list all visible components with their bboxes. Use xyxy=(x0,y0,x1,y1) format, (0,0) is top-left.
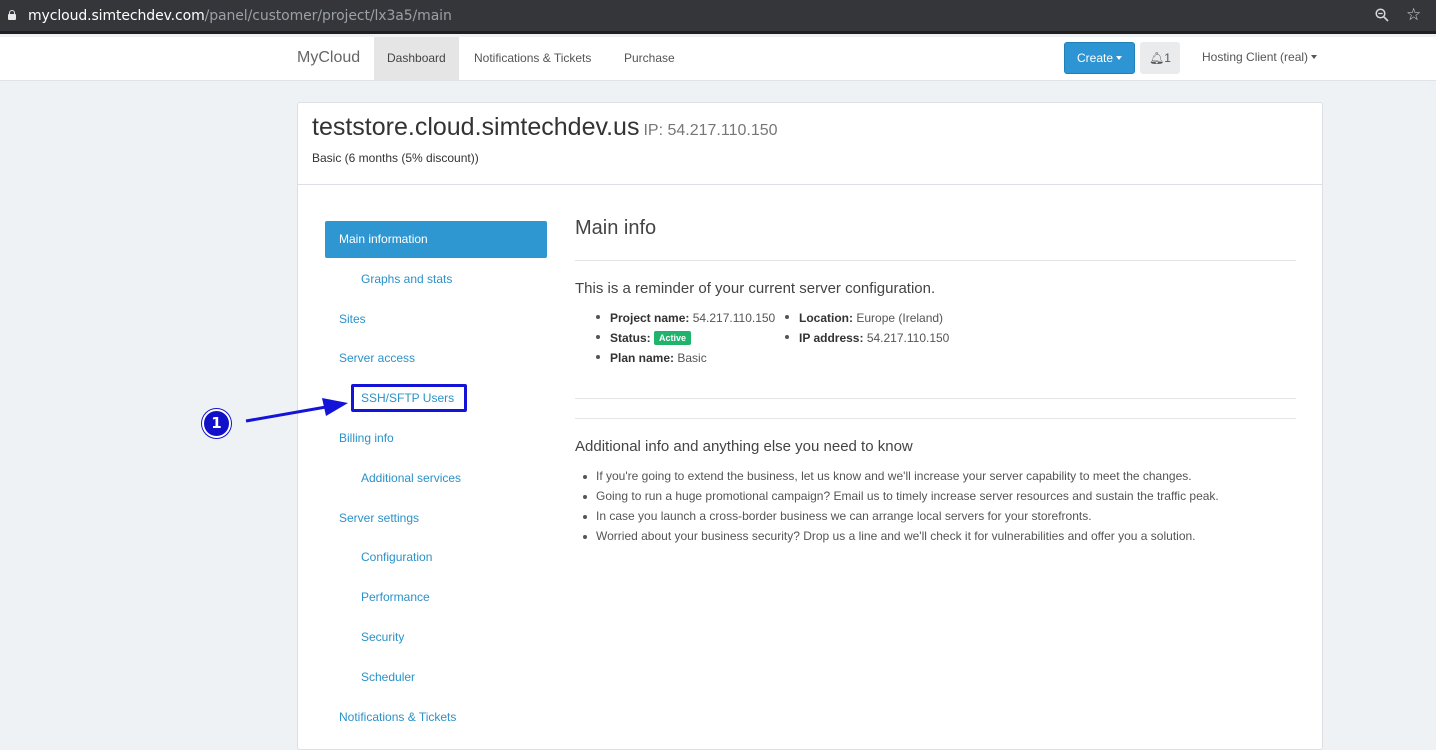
side-item-additional-services[interactable]: Additional services xyxy=(325,460,547,497)
divider xyxy=(575,418,1296,419)
side-item-server-access[interactable]: Server access xyxy=(325,340,547,377)
side-item-server-settings[interactable]: Server settings xyxy=(325,500,547,537)
detail-status: Status: Active xyxy=(596,331,692,345)
nav-notifications-tickets[interactable]: Notifications & Tickets xyxy=(461,37,604,80)
reminder-text: This is a reminder of your current serve… xyxy=(575,280,936,297)
detail-value: 54.217.110.150 xyxy=(692,311,776,325)
chevron-down-icon xyxy=(1116,56,1123,60)
detail-key: IP address: xyxy=(799,331,864,345)
pointer-arrow-icon xyxy=(245,398,348,423)
side-item-billing-info[interactable]: Billing info xyxy=(325,420,547,457)
lock-icon xyxy=(8,10,16,20)
detail-value: 54.217.110.150 xyxy=(866,331,950,345)
notifications-button[interactable]: 🔔︎1 xyxy=(1140,42,1180,74)
bookmark-star-icon[interactable]: ☆ xyxy=(1406,5,1421,25)
detail-ip-address: IP address: 54.217.110.150 xyxy=(785,331,949,345)
create-button[interactable]: Create xyxy=(1064,42,1135,74)
additional-info-text: Worried about your business security? Dr… xyxy=(596,529,1196,543)
side-item-security[interactable]: Security xyxy=(325,619,547,656)
detail-value: Basic xyxy=(677,351,707,365)
notifications-count: 1 xyxy=(1164,51,1171,65)
side-item-scheduler[interactable]: Scheduler xyxy=(325,659,547,696)
project-panel: teststore.cloud.simtechdev.us IP: 54.217.… xyxy=(297,102,1323,750)
url-field[interactable]: mycloud.simtechdev.com/panel/customer/pr… xyxy=(28,8,452,24)
project-ip: IP: 54.217.110.150 xyxy=(643,122,778,139)
nav-dashboard[interactable]: Dashboard xyxy=(374,37,459,80)
detail-key: Status: xyxy=(610,331,651,345)
side-item-configuration[interactable]: Configuration xyxy=(325,539,547,576)
detail-project-name: Project name: 54.217.110.150 xyxy=(596,311,775,325)
detail-key: Location: xyxy=(799,311,853,325)
create-label: Create xyxy=(1076,51,1114,65)
side-item-notifications-tickets[interactable]: Notifications & Tickets xyxy=(325,699,547,736)
step-number-badge: 1 xyxy=(202,409,231,438)
chevron-down-icon xyxy=(1311,55,1318,59)
side-item-main-information[interactable]: Main information xyxy=(325,221,547,258)
additional-info-title: Additional info and anything else you ne… xyxy=(575,438,913,455)
side-item-graphs-and-stats[interactable]: Graphs and stats xyxy=(325,261,547,298)
side-item-performance[interactable]: Performance xyxy=(325,579,547,616)
panel-header: teststore.cloud.simtechdev.us IP: 54.217.… xyxy=(298,103,1322,185)
divider xyxy=(575,260,1296,261)
nav-purchase[interactable]: Purchase xyxy=(611,37,688,80)
browser-address-bar: mycloud.simtechdev.com/panel/customer/pr… xyxy=(0,0,1436,34)
divider xyxy=(575,398,1296,399)
brand-logo[interactable]: MyCloud xyxy=(297,49,360,67)
user-menu-dropdown[interactable]: Hosting Client (real) xyxy=(1202,50,1318,64)
project-title: teststore.cloud.simtechdev.us IP: 54.217.… xyxy=(312,113,778,142)
additional-info-item: In case you launch a cross-border busine… xyxy=(583,509,1092,523)
main-info-title: Main info xyxy=(575,217,657,239)
detail-location: Location: Europe (Ireland) xyxy=(785,311,943,325)
top-navbar: MyCloud Dashboard Notifications & Ticket… xyxy=(0,37,1436,81)
zoom-icon[interactable] xyxy=(1375,8,1389,22)
detail-key: Project name: xyxy=(610,311,690,325)
url-path: /panel/customer/project/lx3a5/main xyxy=(204,8,452,24)
user-menu-label: Hosting Client (real) xyxy=(1202,50,1309,64)
additional-info-text: If you're going to extend the business, … xyxy=(596,469,1192,483)
additional-info-text: Going to run a huge promotional campaign… xyxy=(596,489,1219,503)
detail-value: Europe (Ireland) xyxy=(856,311,944,325)
detail-plan-name: Plan name: Basic xyxy=(596,351,707,365)
project-name: teststore.cloud.simtechdev.us xyxy=(312,113,640,141)
side-item-sites[interactable]: Sites xyxy=(325,301,547,338)
additional-info-text: In case you launch a cross-border busine… xyxy=(596,509,1092,523)
bell-icon: 🔔︎ xyxy=(1149,51,1165,65)
plan-subtitle: Basic (6 months (5% discount)) xyxy=(312,151,479,165)
ssh-sftp-highlight-box xyxy=(351,384,467,412)
additional-info-item: Going to run a huge promotional campaign… xyxy=(583,489,1219,503)
additional-info-item: If you're going to extend the business, … xyxy=(583,469,1192,483)
url-host: mycloud.simtechdev.com xyxy=(28,8,205,24)
detail-key: Plan name: xyxy=(610,351,675,365)
additional-info-item: Worried about your business security? Dr… xyxy=(583,529,1196,543)
status-badge: Active xyxy=(654,331,692,345)
